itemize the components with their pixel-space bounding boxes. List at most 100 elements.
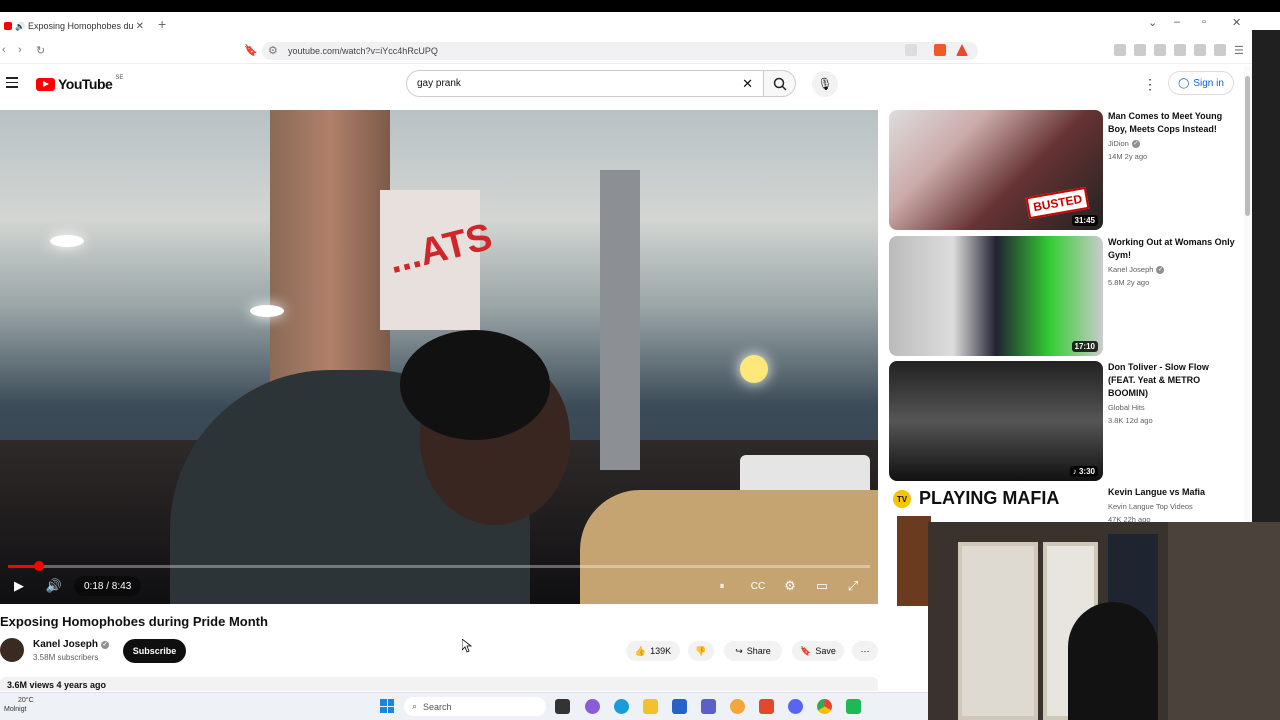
speaker-icon: 🔊	[15, 21, 25, 31]
brave-icon[interactable]	[759, 699, 774, 714]
video-frame-light	[740, 355, 768, 383]
scrubber-handle[interactable]	[34, 561, 44, 571]
dislike-button[interactable]: 👎	[688, 641, 714, 661]
minimize-button[interactable]: –	[1174, 16, 1180, 28]
forward-icon[interactable]: ›	[18, 44, 22, 56]
subscriber-count: 3.58M subscribers	[33, 653, 99, 662]
autoplay-toggle-icon[interactable]: ⏸	[712, 577, 732, 595]
brave-shield-icon[interactable]	[934, 44, 946, 56]
back-icon[interactable]: ‹	[2, 44, 6, 56]
recommendation-title[interactable]: Kevin Langue vs Mafia	[1108, 486, 1236, 499]
like-count: 139K	[650, 646, 672, 656]
media-icon[interactable]	[1134, 44, 1146, 56]
channel-avatar[interactable]	[0, 638, 24, 662]
recommendation-title[interactable]: Working Out at Womans Only Gym!	[1108, 236, 1236, 262]
new-tab-button[interactable]: +	[158, 16, 166, 32]
video-duration: 17:10	[1071, 341, 1098, 352]
bookmark-icon[interactable]: 🔖	[244, 44, 258, 57]
app-icon[interactable]	[846, 699, 861, 714]
weather-widget[interactable]: 20°C Molnigt	[4, 696, 34, 714]
search-input[interactable]: gay prank ✕	[406, 70, 764, 97]
sign-in-button[interactable]: ◯ Sign in	[1168, 71, 1234, 95]
leo-icon[interactable]	[1194, 44, 1206, 56]
video-frame-light	[250, 305, 284, 317]
teams-icon[interactable]	[701, 699, 716, 714]
file-explorer-icon[interactable]	[643, 699, 658, 714]
guide-menu-icon[interactable]	[6, 77, 18, 91]
thumbs-up-icon: 👍	[634, 645, 647, 656]
tab-list-icon[interactable]: ⌄	[1148, 16, 1157, 29]
recommendation-channel[interactable]: JiDion ✓	[1108, 139, 1140, 148]
app-icon[interactable]	[585, 699, 600, 714]
subtitles-icon[interactable]: CC	[748, 577, 768, 595]
close-tab-icon[interactable]: ✕	[136, 21, 150, 32]
cast-icon[interactable]	[905, 44, 917, 56]
microphone-icon: 🎙	[817, 77, 833, 91]
search-button[interactable]	[764, 70, 796, 97]
settings-kebab-icon[interactable]: ⋮	[1143, 76, 1157, 93]
channel-name-text: Kanel Joseph	[33, 639, 99, 650]
recommendation-channel[interactable]: Kanel Joseph ✓	[1108, 265, 1165, 274]
recommendation-title[interactable]: Man Comes to Meet Young Boy, Meets Cops …	[1108, 110, 1236, 136]
youtube-logo[interactable]: YouTube SE	[36, 75, 123, 92]
scrollbar-thumb[interactable]	[1245, 76, 1250, 216]
weather-condition: Molnigt	[4, 706, 27, 713]
url-text: youtube.com/watch?v=iYcc4hRcUPQ	[288, 46, 438, 56]
subscribe-button[interactable]: Subscribe	[123, 639, 186, 663]
sidebar-icon[interactable]	[1154, 44, 1166, 56]
recommendation-meta: 3.8K 12d ago	[1108, 416, 1153, 425]
youtube-play-icon	[36, 77, 55, 91]
vpn-icon[interactable]	[1214, 44, 1226, 56]
description-box[interactable]: 3.6M views 4 years ago	[0, 677, 878, 691]
extensions-icon[interactable]	[1114, 44, 1126, 56]
edge-icon[interactable]	[614, 699, 629, 714]
store-icon[interactable]	[672, 699, 687, 714]
sign-text: ...ATS	[384, 215, 497, 283]
progress-bar[interactable]	[8, 565, 870, 568]
share-button[interactable]: ↪ Share	[724, 641, 782, 661]
video-duration: ♪ 3:30	[1069, 466, 1098, 477]
like-button[interactable]: 👍 139K	[626, 641, 680, 661]
close-window-button[interactable]: ✕	[1232, 16, 1241, 29]
reload-icon[interactable]: ↻	[36, 44, 45, 57]
save-button[interactable]: 🔖 Save	[792, 641, 844, 661]
time-display: 0:18 / 8:43	[74, 576, 142, 596]
recommendation-channel[interactable]: Kevin Langue Top Videos	[1108, 502, 1193, 511]
app-icon[interactable]	[730, 699, 745, 714]
more-actions-button[interactable]: ⋯	[852, 641, 878, 661]
taskbar-search[interactable]: ⌕ Search	[404, 697, 546, 716]
browser-tab[interactable]: 🔊 Exposing Homophobes during ✕	[0, 14, 150, 38]
windows-start-icon[interactable]	[380, 699, 394, 713]
thumbnail-person	[897, 516, 931, 606]
video-player[interactable]: ...ATS	[0, 110, 878, 604]
site-settings-icon[interactable]: ⚙	[268, 44, 278, 57]
wallet-icon[interactable]	[1174, 44, 1186, 56]
menu-icon[interactable]: ☰	[1234, 44, 1244, 57]
task-view-icon[interactable]	[555, 699, 570, 714]
thumbs-down-icon: 👎	[695, 645, 707, 656]
url-bar[interactable]: youtube.com/watch?v=iYcc4hRcUPQ	[262, 42, 978, 60]
webcam-window	[958, 542, 1038, 720]
recommendation-channel[interactable]: Global Hits	[1108, 403, 1145, 412]
volume-icon[interactable]: 🔊	[44, 577, 64, 595]
maximize-button[interactable]: ▫	[1202, 16, 1206, 28]
discord-icon[interactable]	[788, 699, 803, 714]
tv-badge-icon: TV	[893, 490, 911, 508]
recommendation-thumbnail[interactable]: ♪ 3:30	[889, 361, 1103, 481]
recommendation-thumbnail[interactable]: BUSTED 31:45	[889, 110, 1103, 230]
top-bar	[0, 0, 1280, 12]
youtube-favicon-icon	[4, 22, 12, 30]
voice-search-button[interactable]: 🎙	[812, 71, 838, 97]
clear-search-icon[interactable]: ✕	[742, 76, 753, 92]
theater-mode-icon[interactable]: ▭	[812, 577, 832, 595]
chrome-icon[interactable]	[817, 699, 832, 714]
search-query: gay prank	[417, 78, 461, 89]
dark-side-strip	[1252, 30, 1280, 522]
recommendation-title[interactable]: Don Toliver - Slow Flow (FEAT. Yeat & ME…	[1108, 361, 1236, 400]
fullscreen-icon[interactable]: ⤢	[843, 577, 863, 595]
channel-name[interactable]: Kanel Joseph ✓	[33, 639, 110, 650]
play-button[interactable]: ▶	[10, 577, 28, 595]
verified-icon: ✓	[101, 640, 110, 649]
settings-gear-icon[interactable]: ⚙	[780, 577, 800, 595]
recommendation-thumbnail[interactable]: 17:10	[889, 236, 1103, 356]
